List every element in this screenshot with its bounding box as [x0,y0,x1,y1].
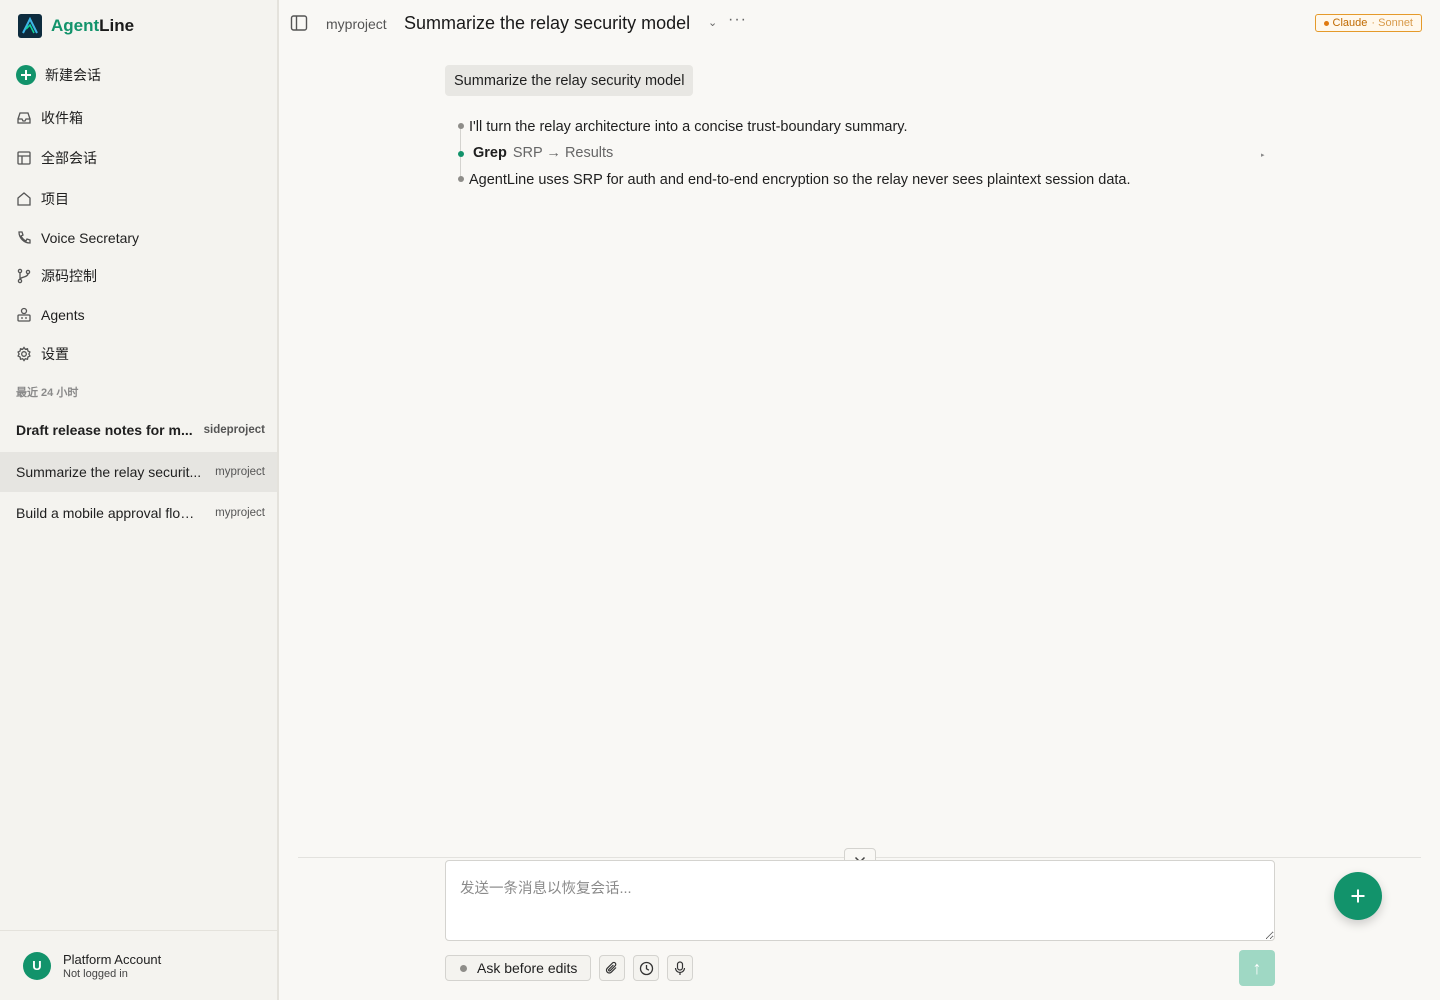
model-badge[interactable]: Claude · Sonnet [1314,14,1422,32]
model-name: Claude [1332,17,1368,29]
timeline-dot [458,123,464,129]
recent-chat-item[interactable]: Draft release notes for m... sideproject [0,410,277,450]
edit-mode-button[interactable]: Ask before edits [445,955,591,981]
sidebar-item-all-chats[interactable]: 全部会话 [16,147,97,169]
model-variant: · Sonnet [1371,17,1413,29]
sidebar-item-projects[interactable]: 项目 [16,188,69,210]
new-session-fab[interactable] [1334,872,1382,920]
tool-name: Grep [473,145,507,161]
clock-icon [639,961,653,975]
mode-dot [460,964,467,972]
recent-chat-item[interactable]: Build a mobile approval flow ... myproje… [0,493,277,533]
account-status: Not logged in [63,967,128,980]
timeline-dot [458,176,464,182]
brand-name: AgentLine [51,16,135,35]
home-icon [16,191,32,207]
recent-chat-title: Summarize the relay securit... [16,464,202,480]
git-branch-icon [16,268,32,284]
tool-args: SRP → Results [512,145,614,161]
model-status-dot [1323,20,1329,26]
account-panel[interactable]: U Platform Account Not logged in [0,930,277,1000]
recent-chat-project: myproject [215,507,265,519]
tool-call-row[interactable]: Grep SRP → Results [473,145,613,161]
sidebar-item-label: 设置 [41,346,69,362]
sidebar-item-label: Agents [41,307,85,323]
edit-mode-label: Ask before edits [477,960,578,976]
top-bar: myproject Summarize the relay security m… [280,0,1440,46]
paperclip-icon [605,961,617,974]
sidebar: AgentLine 新建会话 收件箱 全部会话 项目 Voice Secreta… [0,0,279,1000]
sidebar-item-inbox[interactable]: 收件箱 [16,107,83,129]
recent-chat-item-active[interactable]: Summarize the relay securit... myproject [0,452,277,492]
phone-icon [16,230,32,246]
recent-section-label: 最近 24 小时 [16,387,79,399]
voice-input-button[interactable] [667,955,693,981]
new-chat-button[interactable]: 新建会话 [16,64,101,86]
sidebar-item-agents[interactable]: Agents [16,304,85,326]
recent-chat-project: sideproject [203,424,265,436]
sidebar-item-label: 收件箱 [41,110,83,126]
plus-circle-icon [16,65,36,85]
sidebar-toggle-icon[interactable] [290,14,308,32]
plus-icon [1351,889,1365,903]
attach-button[interactable] [599,955,625,981]
user-message: Summarize the relay security model [445,65,694,96]
more-options-button[interactable]: ··· [728,11,747,29]
recent-chat-title: Build a mobile approval flow ... [16,505,204,521]
inbox-icon [16,110,32,126]
assistant-message: I'll turn the relay architecture into a … [469,119,908,135]
gear-icon [16,346,32,362]
account-name: Platform Account [63,951,162,967]
sidebar-item-voice-secretary[interactable]: Voice Secretary [16,227,139,249]
history-button[interactable] [633,955,659,981]
message-input[interactable] [445,860,1275,941]
layout-icon [16,150,32,166]
sidebar-item-source-control[interactable]: 源码控制 [16,265,97,287]
breadcrumb-project[interactable]: myproject [326,16,387,32]
robot-icon [16,307,32,323]
sidebar-item-label: 源码控制 [41,268,97,284]
account-info: Platform Account Not logged in [63,952,161,980]
sidebar-item-settings[interactable]: 设置 [16,343,69,365]
sidebar-item-label: Voice Secretary [41,230,140,246]
timeline-dot-active [458,151,464,157]
microphone-icon [674,960,686,975]
brand[interactable]: AgentLine [18,14,134,38]
page-title: Summarize the relay security model [404,13,691,33]
agentline-logo-icon [18,14,42,38]
recent-chat-title: Draft release notes for m... [16,422,193,438]
recent-chat-project: myproject [215,466,265,478]
new-chat-label: 新建会话 [45,67,101,83]
sidebar-item-label: 全部会话 [41,150,97,166]
expand-caret-icon[interactable]: ▸ [1261,151,1265,159]
avatar: U [23,951,51,980]
chevron-down-icon[interactable]: ⌄ [708,16,717,29]
assistant-message: AgentLine uses SRP for auth and end-to-e… [469,172,1131,188]
send-button[interactable]: ↑ [1239,950,1275,986]
sidebar-item-label: 项目 [41,191,69,207]
